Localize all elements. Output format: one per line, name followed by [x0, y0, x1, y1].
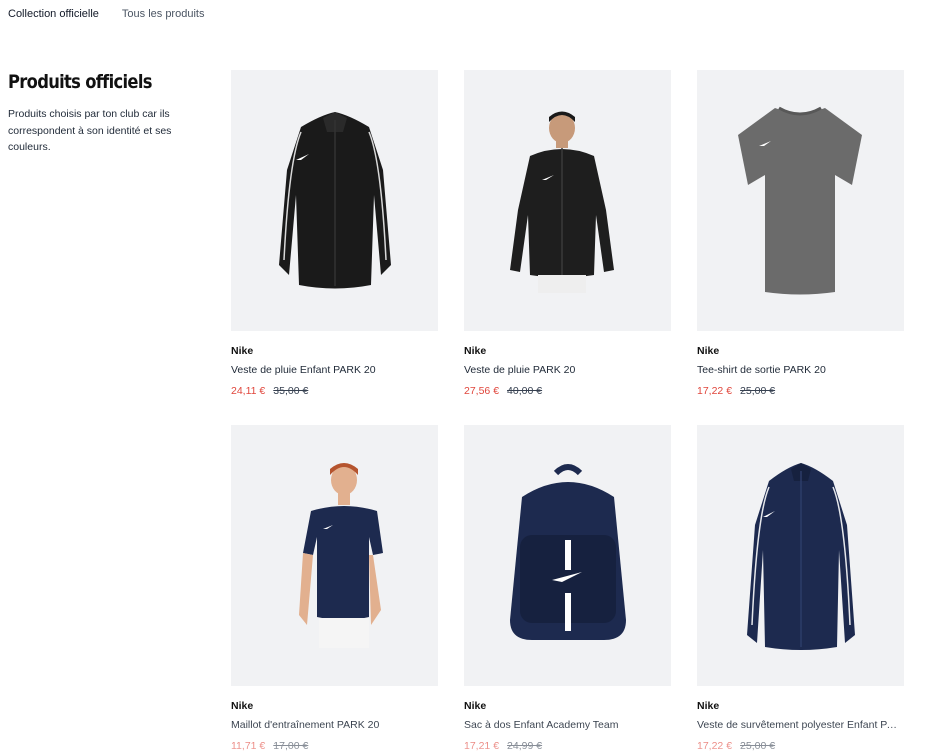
product-image-black-rain-jacket[interactable] [231, 70, 438, 331]
product-brand: Nike [231, 345, 254, 357]
product-card[interactable]: Nike Maillot d'entraînement PARK 20 11,7… [231, 425, 438, 756]
grey-tshirt-icon [738, 106, 862, 295]
product-brand: Nike [464, 700, 487, 712]
product-name[interactable]: Veste de survêtement polyester Enfant PA… [697, 719, 904, 731]
black-rain-jacket-icon [279, 112, 391, 289]
product-grid: Nike Veste de pluie Enfant PARK 20 24,11… [231, 70, 904, 756]
page-description: Produits choisis par ton club car ils co… [8, 108, 172, 153]
product-brand: Nike [231, 700, 254, 712]
product-card[interactable]: Nike Veste de survêtement polyester Enfa… [697, 425, 904, 756]
product-price: 27,56 € [464, 385, 500, 397]
product-price: 17,22 € [697, 385, 733, 397]
product-price: 17,22 € [697, 740, 733, 752]
collection-tabs: Collection officielle Tous les produits [8, 8, 204, 20]
product-brand: Nike [697, 700, 720, 712]
product-image-model-black-rain-jacket[interactable] [464, 70, 671, 331]
product-old-price: 24,99 € [507, 740, 543, 752]
model-navy-jersey-icon [299, 463, 383, 648]
product-brand: Nike [464, 345, 487, 357]
product-card[interactable]: Nike Veste de pluie PARK 20 27,56 € 40,0… [464, 70, 671, 425]
product-prices: 17,22 € 25,00 € [697, 385, 904, 397]
navy-backpack-icon [510, 464, 626, 640]
tab-collection-officielle[interactable]: Collection officielle [8, 8, 99, 20]
product-price: 24,11 € [231, 385, 266, 397]
navy-track-jacket-icon [747, 463, 855, 650]
page-title: Produits officiels [8, 71, 152, 93]
model-black-rain-jacket-icon [510, 111, 614, 293]
product-prices: 11,71 € 17,00 € [231, 740, 438, 752]
product-name[interactable]: Veste de pluie PARK 20 [464, 364, 671, 376]
product-name[interactable]: Veste de pluie Enfant PARK 20 [231, 364, 438, 376]
product-price: 11,71 € [231, 740, 266, 752]
product-image-navy-backpack[interactable] [464, 425, 671, 686]
sidebar: Produits officiels Produits choisis par … [8, 70, 183, 156]
product-card[interactable]: Nike Sac à dos Enfant Academy Team 17,21… [464, 425, 671, 756]
product-card[interactable]: Nike Veste de pluie Enfant PARK 20 24,11… [231, 70, 438, 425]
product-name[interactable]: Tee-shirt de sortie PARK 20 [697, 364, 904, 376]
product-prices: 27,56 € 40,00 € [464, 385, 671, 397]
tab-tous-les-produits[interactable]: Tous les produits [122, 8, 205, 20]
product-old-price: 25,00 € [740, 740, 776, 752]
product-image-model-navy-jersey[interactable] [231, 425, 438, 686]
product-price: 17,21 € [464, 740, 500, 752]
product-prices: 24,11 € 35,00 € [231, 385, 438, 397]
product-prices: 17,22 € 25,00 € [697, 740, 904, 752]
product-old-price: 35,00 € [273, 385, 309, 397]
product-brand: Nike [697, 345, 720, 357]
product-image-grey-tshirt[interactable] [697, 70, 904, 331]
product-name[interactable]: Sac à dos Enfant Academy Team [464, 719, 671, 731]
product-old-price: 25,00 € [740, 385, 776, 397]
product-card[interactable]: Nike Tee-shirt de sortie PARK 20 17,22 €… [697, 70, 904, 425]
product-prices: 17,21 € 24,99 € [464, 740, 671, 752]
product-old-price: 17,00 € [273, 740, 309, 752]
product-name[interactable]: Maillot d'entraînement PARK 20 [231, 719, 438, 731]
product-image-navy-track-jacket[interactable] [697, 425, 904, 686]
product-old-price: 40,00 € [507, 385, 543, 397]
